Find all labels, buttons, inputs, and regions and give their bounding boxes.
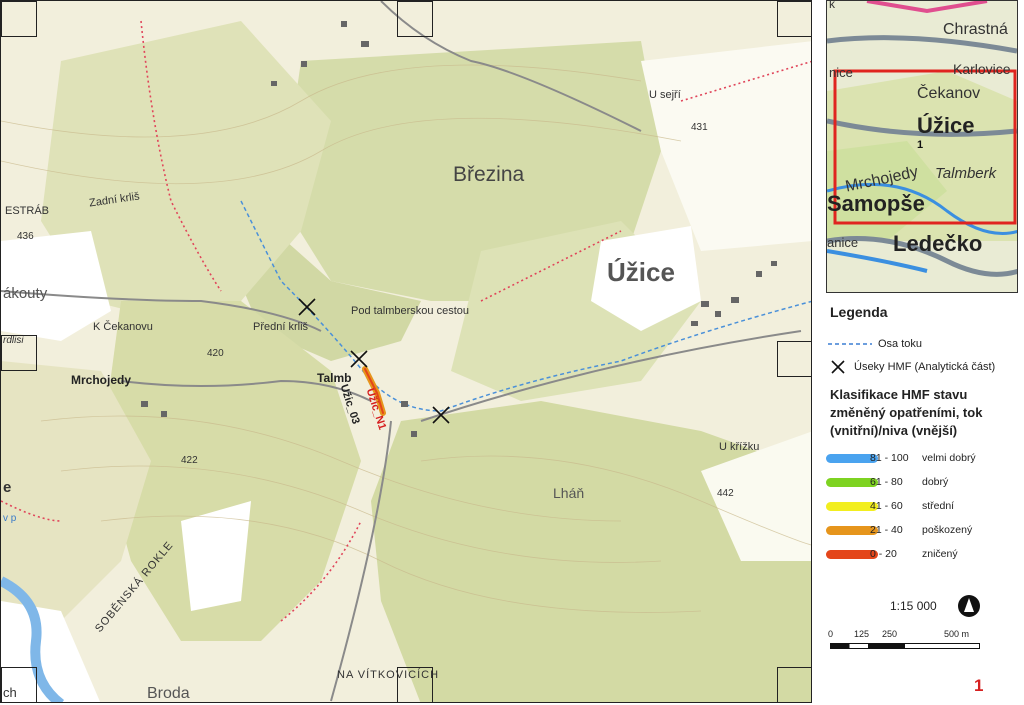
inset-label: Ledečko <box>893 231 983 256</box>
inset-label: Chrastná <box>943 21 1008 38</box>
place-label: Lháň <box>553 485 585 501</box>
place-label: ESTRÁB <box>5 205 50 217</box>
page-number: 1 <box>974 676 984 695</box>
place-label: ákouty <box>3 285 48 302</box>
place-label: Březina <box>453 163 525 186</box>
frame-corner-mark <box>397 1 433 37</box>
class-label: dobrý <box>922 476 949 488</box>
spot-height: 442 <box>717 488 734 499</box>
place-label: K Čekanovu <box>93 321 153 333</box>
place-label: Úžice <box>607 257 675 287</box>
place-label: e <box>3 479 12 496</box>
scalebar <box>830 643 980 649</box>
inset-label: Čekanov <box>917 85 981 102</box>
scalebar-tick-label: 125 <box>854 629 870 639</box>
place-label: Broda <box>147 685 190 702</box>
frame-corner-mark <box>777 1 811 37</box>
inset-label: 1 <box>917 139 924 151</box>
class-range: 21 - 40 <box>870 524 903 536</box>
class-range: 61 - 80 <box>870 476 903 488</box>
place-label: U sejří <box>649 89 681 101</box>
legend-item-useky: Úseky HMF (Analytická část) <box>826 360 995 374</box>
class-range: 81 - 100 <box>870 452 909 464</box>
main-map[interactable]: Březina Úžice Zadní krliš U sejří Pod ta… <box>0 0 812 703</box>
frame-corner-mark <box>777 341 811 377</box>
class-label: poškozený <box>922 524 973 536</box>
legend-label: Osa toku <box>878 338 923 350</box>
inset-label: Úžice <box>917 113 975 138</box>
inset-label: anice <box>827 235 859 250</box>
frame-corner-mark <box>1 1 37 37</box>
inset-label: Karlovice <box>953 61 1011 77</box>
place-label: Pod talmberskou cestou <box>351 305 470 317</box>
legend-title: Legenda <box>830 304 888 320</box>
spot-height: 422 <box>181 455 198 466</box>
scalebar-tick-label: 250 <box>882 629 898 639</box>
overview-inset-map[interactable]: k Chrastná Karlovice nice Čekanov Úžice … <box>826 0 1018 293</box>
place-label: Mrchojedy <box>71 373 132 387</box>
inset-label: Talmberk <box>935 165 997 182</box>
scale-ratio: 1:15 000 <box>890 599 937 613</box>
place-label: ch <box>3 685 17 700</box>
place-label: NA VÍTKOVICÍCH <box>337 669 440 681</box>
inset-label: nice <box>829 65 853 80</box>
class-label: střední <box>922 500 955 512</box>
class-range: 41 - 60 <box>870 500 903 512</box>
spot-height: 420 <box>207 348 224 359</box>
class-label: velmi dobrý <box>922 452 976 464</box>
place-label: Přední krliš <box>253 321 309 333</box>
place-label: rdlisi <box>3 335 24 346</box>
dashed-line-icon <box>828 343 872 345</box>
inset-label: k <box>829 0 835 11</box>
legend-item-osa-toku: Osa toku <box>826 338 922 350</box>
legend-label: Úseky HMF (Analytická část) <box>854 361 996 373</box>
scalebar-tick-label: 500 m <box>944 629 970 639</box>
place-label: U křížku <box>719 441 760 453</box>
legend: Legenda Osa toku Úseky HMF (Analytická č… <box>826 300 1022 700</box>
class-range: 0 - 20 <box>870 548 897 560</box>
cross-icon <box>831 360 845 374</box>
frame-corner-mark <box>777 667 811 702</box>
inset-label: Samopše <box>827 191 925 216</box>
north-arrow-icon <box>958 595 980 617</box>
scalebar-tick-label: 0 <box>828 629 834 639</box>
spot-height: 436 <box>17 231 34 242</box>
class-label: zničený <box>922 548 958 560</box>
spot-height: 431 <box>691 122 708 133</box>
classification-title: Klasifikace HMF stavu změněný opatřeními… <box>830 387 983 438</box>
place-label: v p <box>3 513 17 524</box>
